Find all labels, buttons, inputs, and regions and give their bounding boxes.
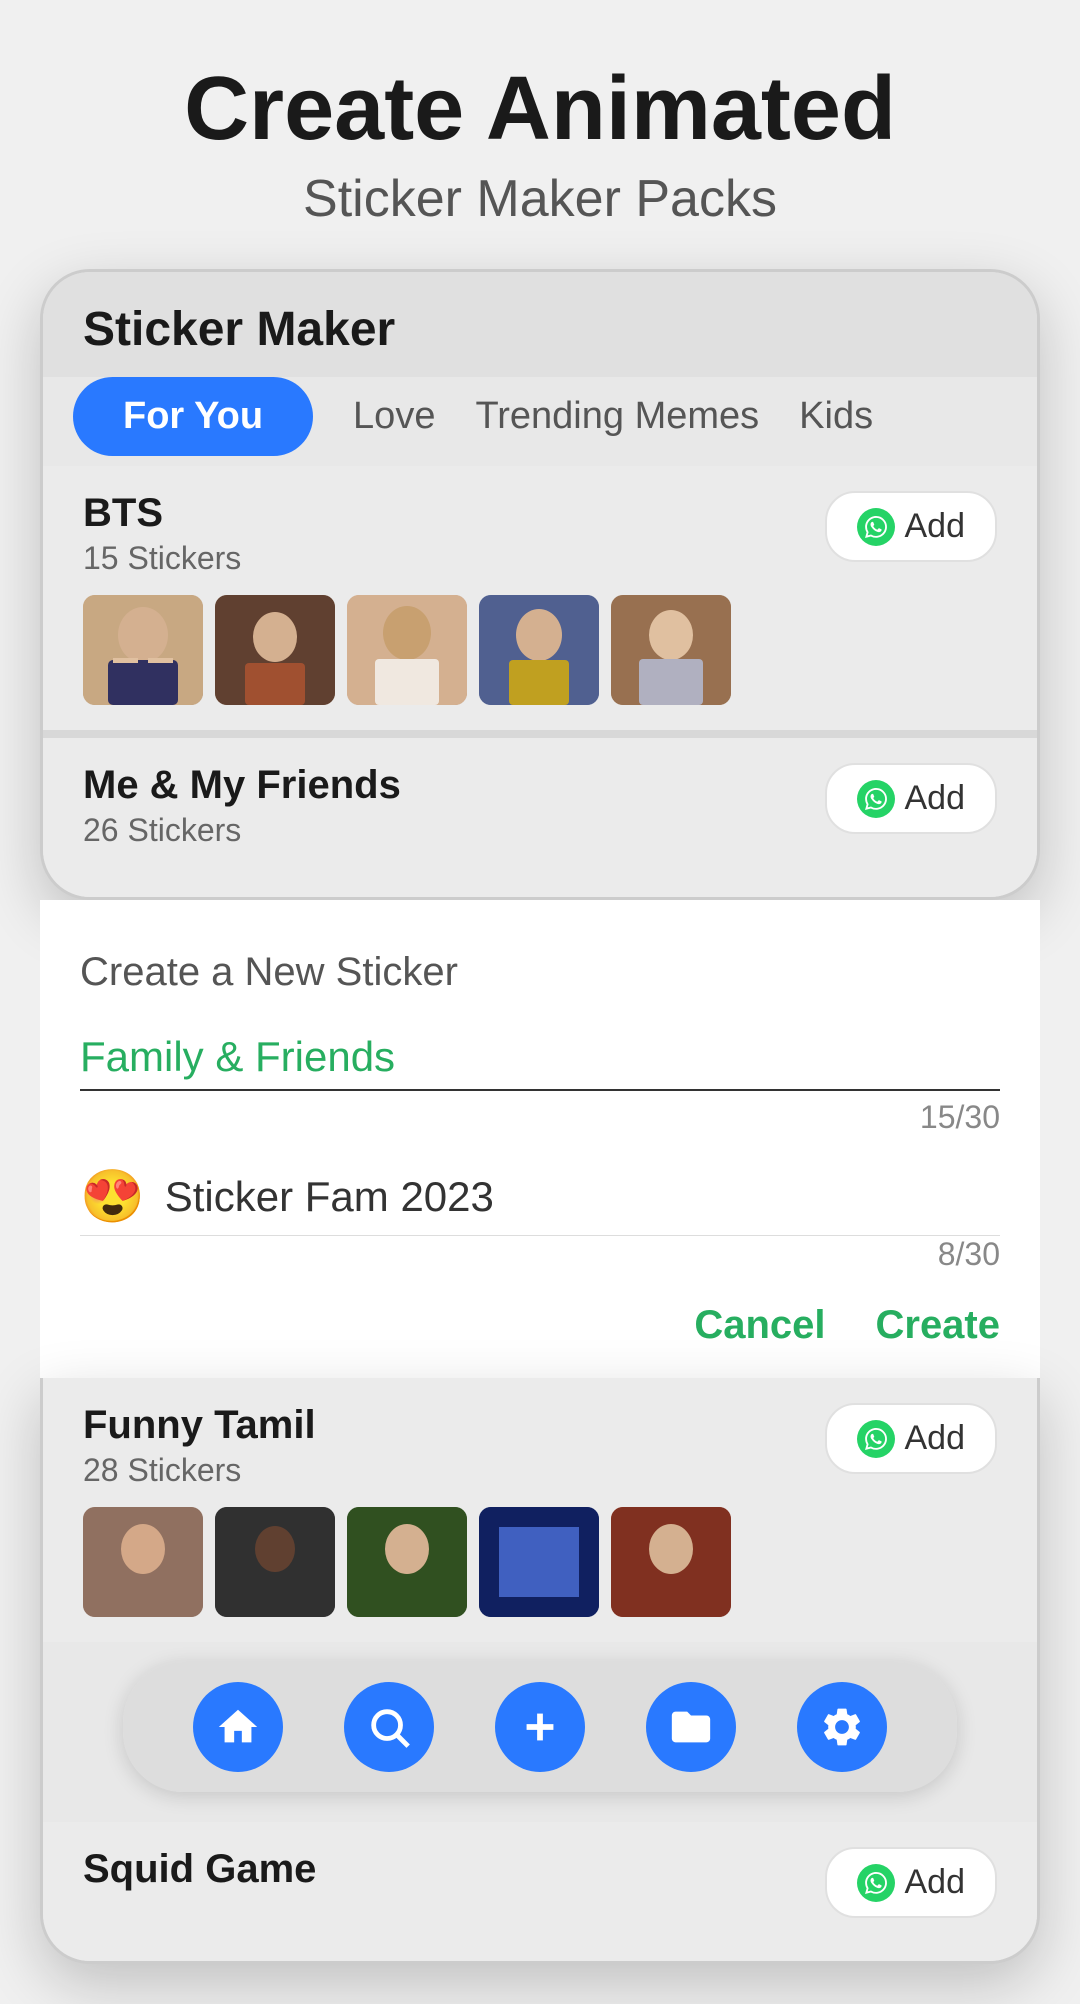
page-title-main: Create Animated — [40, 60, 1040, 159]
bts-pack-name: BTS — [83, 491, 241, 536]
tab-love[interactable]: Love — [353, 395, 435, 438]
nav-search[interactable] — [344, 1682, 434, 1772]
me-friends-add-label: Add — [905, 779, 966, 818]
tab-for-you[interactable]: For You — [73, 377, 313, 456]
squid-game-pack-card: Squid Game Add — [43, 1822, 1037, 1961]
sticker-thumb[interactable] — [215, 595, 335, 705]
page-header: Create Animated Sticker Maker Packs — [40, 60, 1040, 229]
pack-row-name[interactable]: Sticker Fam 2023 — [165, 1173, 494, 1221]
sticker-thumb[interactable] — [347, 1507, 467, 1617]
squid-game-add-label: Add — [905, 1863, 966, 1902]
sticker-thumb[interactable] — [83, 1507, 203, 1617]
me-friends-pack-card: Me & My Friends 26 Stickers Add — [43, 738, 1037, 897]
whatsapp-icon-2 — [857, 780, 895, 818]
funny-tamil-add-label: Add — [905, 1419, 966, 1458]
gear-icon-circle — [797, 1682, 887, 1772]
whatsapp-icon — [857, 508, 895, 546]
whatsapp-icon-4 — [857, 1864, 895, 1902]
modal-actions: Cancel Create — [80, 1303, 1000, 1348]
bts-sticker-row — [83, 595, 997, 705]
funny-tamil-pack-name: Funny Tamil — [83, 1403, 316, 1448]
app-title: Sticker Maker — [83, 302, 997, 357]
modal-title: Create a New Sticker — [80, 950, 1000, 995]
whatsapp-icon-3 — [857, 1420, 895, 1458]
funny-tamil-sticker-row — [83, 1507, 997, 1617]
sticker-thumb[interactable] — [611, 595, 731, 705]
tab-kids[interactable]: Kids — [799, 395, 873, 438]
me-friends-pack-name: Me & My Friends — [83, 763, 401, 808]
nav-packs[interactable] — [646, 1682, 736, 1772]
sticker-name-input[interactable] — [80, 1025, 1000, 1091]
squid-game-add-button[interactable]: Add — [825, 1847, 998, 1918]
sticker-thumb[interactable] — [611, 1507, 731, 1617]
create-sticker-modal: Create a New Sticker 15/30 😍 Sticker Fam… — [40, 900, 1040, 1378]
bottom-nav — [123, 1662, 957, 1792]
cancel-button[interactable]: Cancel — [694, 1303, 825, 1348]
sticker-thumb[interactable] — [479, 595, 599, 705]
sticker-thumb[interactable] — [83, 595, 203, 705]
me-friends-pack-count: 26 Stickers — [83, 812, 401, 849]
home-icon-circle — [193, 1682, 283, 1772]
nav-add[interactable] — [495, 1682, 585, 1772]
sticker-thumb[interactable] — [215, 1507, 335, 1617]
nav-home[interactable] — [193, 1682, 283, 1772]
search-icon-circle — [344, 1682, 434, 1772]
pack-emoji: 😍 — [80, 1166, 145, 1227]
sticker-name-counter: 15/30 — [80, 1099, 1000, 1136]
phone-header: Sticker Maker — [43, 272, 1037, 377]
bts-pack-count: 15 Stickers — [83, 540, 241, 577]
tab-trending-memes[interactable]: Trending Memes — [475, 395, 759, 438]
phone-mock: Sticker Maker For You Love Trending Meme… — [40, 269, 1040, 900]
sticker-thumb[interactable] — [479, 1507, 599, 1617]
pack-counter: 8/30 — [80, 1236, 1000, 1273]
plus-icon-circle — [495, 1682, 585, 1772]
funny-tamil-add-button[interactable]: Add — [825, 1403, 998, 1474]
nav-settings[interactable] — [797, 1682, 887, 1772]
page-title-sub: Sticker Maker Packs — [40, 169, 1040, 229]
funny-tamil-pack-count: 28 Stickers — [83, 1452, 316, 1489]
funny-tamil-pack-card: Funny Tamil 28 Stickers Add — [43, 1378, 1037, 1642]
pack-select-group: 😍 Sticker Fam 2023 8/30 — [80, 1166, 1000, 1273]
me-friends-add-button[interactable]: Add — [825, 763, 998, 834]
sticker-thumb[interactable] — [347, 595, 467, 705]
sticker-name-input-group: 15/30 — [80, 1025, 1000, 1136]
bts-pack-card: BTS 15 Stickers Add — [43, 466, 1037, 730]
squid-game-pack-name: Squid Game — [83, 1847, 316, 1892]
bts-add-button[interactable]: Add — [825, 491, 998, 562]
bts-add-label: Add — [905, 507, 966, 546]
create-button[interactable]: Create — [875, 1303, 1000, 1348]
folder-icon-circle — [646, 1682, 736, 1772]
